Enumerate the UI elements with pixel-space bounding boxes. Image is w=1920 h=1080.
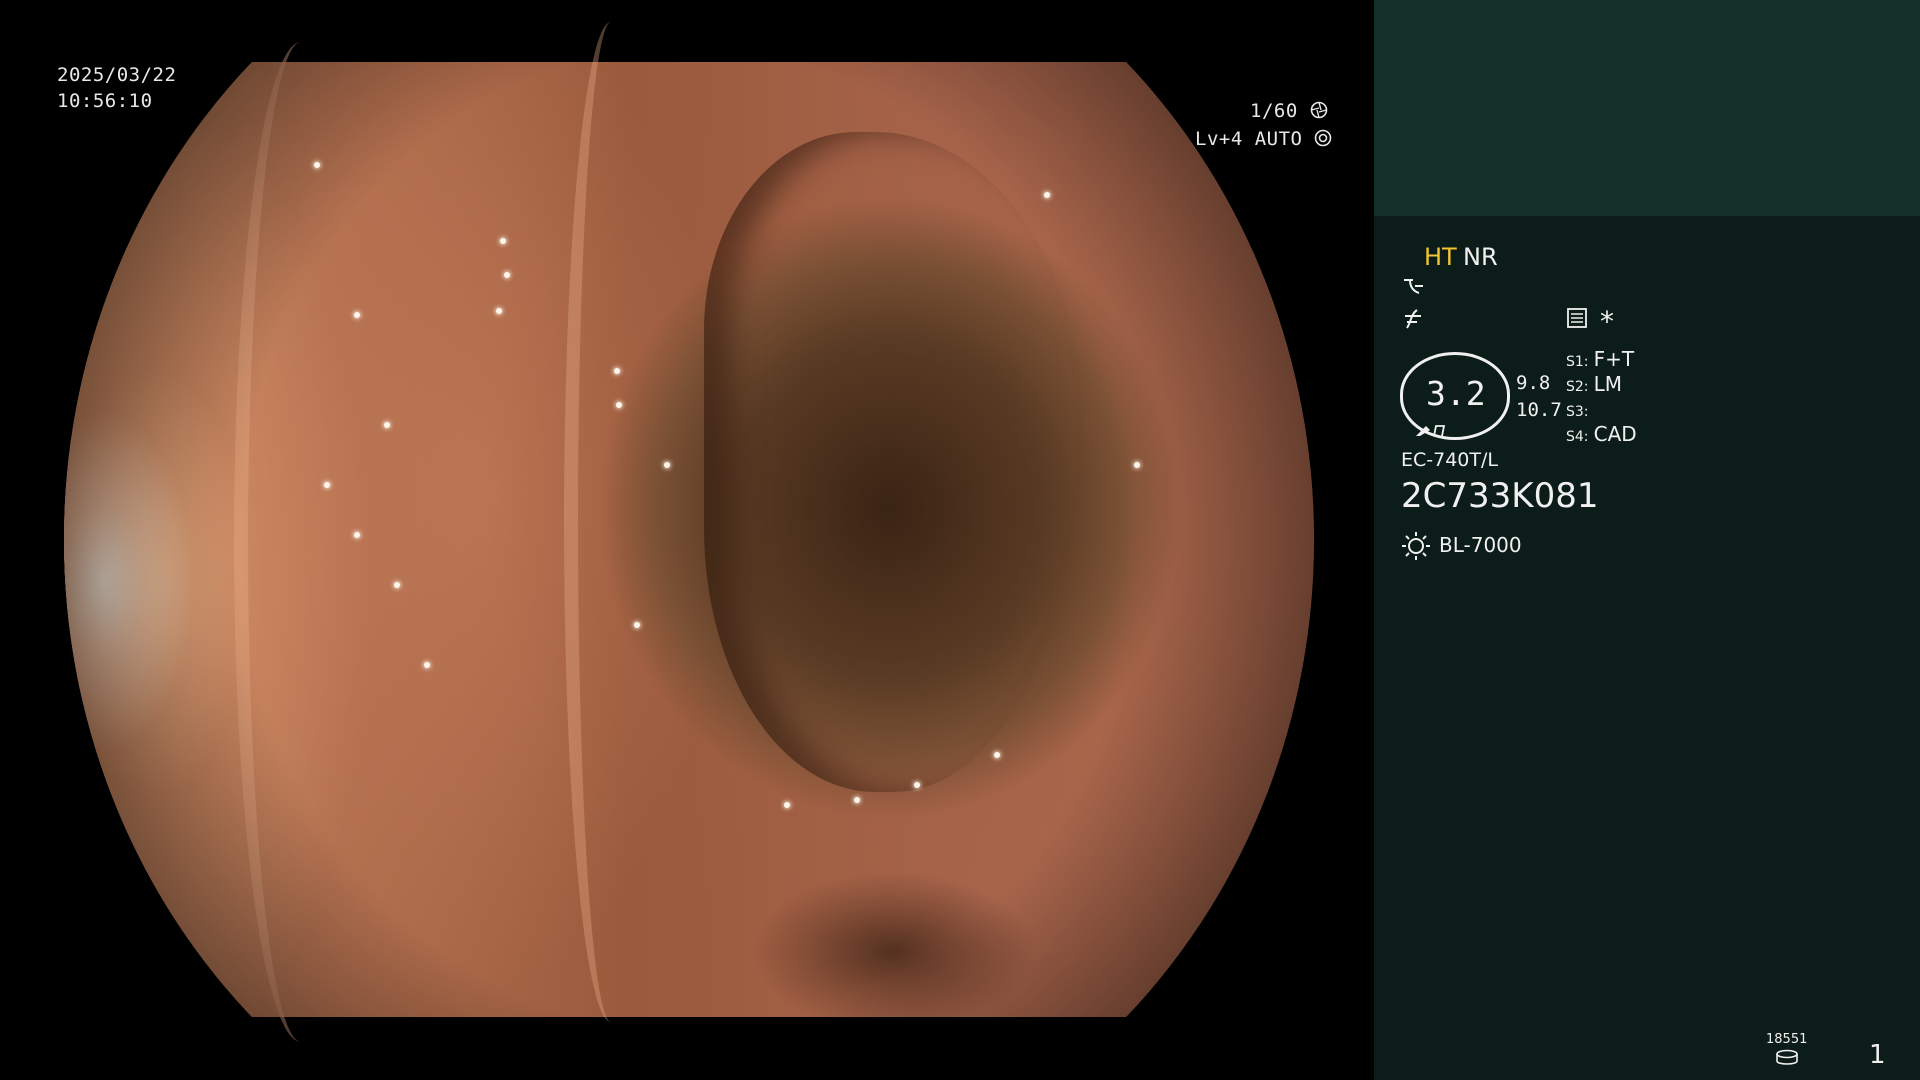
switch-value: CAD [1593, 422, 1637, 446]
menu-settings-icon [1566, 307, 1588, 335]
mode-nr: NR [1463, 243, 1498, 271]
specular-highlight [784, 802, 790, 808]
switch-key: S2: [1566, 379, 1589, 395]
light-source-icon [1401, 531, 1431, 567]
switch-key: S3: [1566, 404, 1589, 420]
specular-highlight [496, 308, 502, 314]
specular-highlight [614, 368, 620, 374]
light-source-model: BL-7000 [1439, 533, 1522, 557]
date-label: 2025/03/22 [57, 64, 177, 86]
iris-icon [1314, 128, 1332, 150]
scope-model: EC-740T/L [1401, 449, 1498, 471]
panel-header-area [1374, 0, 1920, 216]
endoscopic-image [64, 22, 1314, 1042]
switch-value: LM [1593, 372, 1623, 396]
specular-highlight [504, 272, 510, 278]
pencil-icon [1414, 418, 1450, 444]
aperture-icon [1310, 100, 1328, 122]
readout-top: 9.8 [1516, 372, 1551, 394]
switch-assignments: S1: F+T S2: LM S3: S4: CAD [1566, 347, 1637, 447]
specular-highlight [1044, 192, 1050, 198]
mode-ht: HT [1424, 243, 1457, 271]
specular-highlight [854, 797, 860, 803]
time-label: 10:56:10 [57, 90, 153, 112]
specular-highlight [314, 162, 320, 168]
specular-highlight [394, 582, 400, 588]
specular-highlight [500, 238, 506, 244]
serial-number: 2C733K081 [1401, 476, 1599, 516]
specular-highlight [354, 312, 360, 318]
switch-value: F+T [1593, 347, 1635, 371]
specular-highlight [1134, 462, 1140, 468]
tone-curve-icon [1401, 275, 1427, 303]
specular-highlight [994, 752, 1000, 758]
vignette [64, 62, 1314, 1017]
edge-enhance-icon [1401, 306, 1427, 336]
switch-row: S1: F+T [1566, 347, 1637, 372]
switch-key: S1: [1566, 354, 1589, 370]
record-count: 18551 [1766, 1032, 1808, 1047]
specular-highlight [634, 622, 640, 628]
light-level-value: Lv+4 AUTO [1195, 128, 1303, 150]
page-number: 1 [1869, 1040, 1886, 1070]
specular-highlight [384, 422, 390, 428]
switch-row: S4: CAD [1566, 422, 1637, 447]
asterisk-indicator: * [1600, 305, 1614, 338]
readout-bottom: 10.7 [1516, 399, 1562, 421]
specular-highlight [914, 782, 920, 788]
disk-icon [1775, 1048, 1799, 1073]
endoscope-viewport: 2025/03/22 10:56:10 1/60 Lv+4 AUTO [0, 0, 1374, 1080]
shutter-speed: 1/60 [1250, 98, 1328, 124]
switch-key: S4: [1566, 429, 1589, 445]
specular-highlight [354, 532, 360, 538]
zoom-value: 3.2 [1426, 374, 1486, 413]
switch-row: S3: [1566, 397, 1637, 422]
specular-highlight [424, 662, 430, 668]
specular-highlight [616, 402, 622, 408]
shutter-value: 1/60 [1250, 100, 1298, 122]
light-level: Lv+4 AUTO [1195, 126, 1332, 152]
specular-highlight [664, 462, 670, 468]
specular-highlight [324, 482, 330, 488]
switch-row: S2: LM [1566, 372, 1637, 397]
